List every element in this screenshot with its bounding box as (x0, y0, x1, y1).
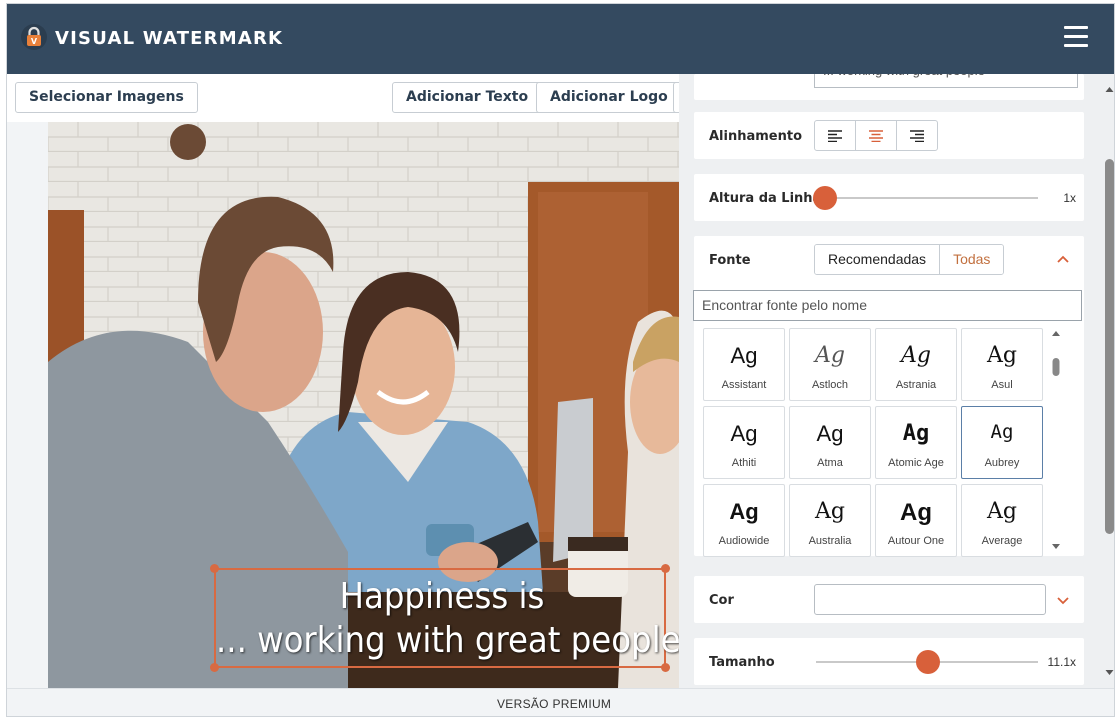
font-sample: Ag (987, 499, 1017, 524)
resize-handle-bottom-left[interactable] (210, 663, 219, 672)
font-name: Athiti (731, 457, 757, 469)
font-name: Assistant (721, 379, 767, 391)
color-card: Cor (694, 576, 1084, 623)
app-header: V VISUAL WATERMARK (7, 4, 1114, 74)
font-tile[interactable]: Ag Audiowide (703, 484, 785, 557)
size-value: 11.1x (1047, 655, 1076, 669)
font-name: Audiowide (718, 535, 770, 547)
font-sample: Ag (990, 421, 1014, 443)
watermark-line-2: ... working with great people (216, 620, 679, 661)
font-name: Autour One (887, 535, 945, 547)
align-left-button[interactable] (815, 121, 856, 150)
panel-scrollbar[interactable] (1103, 74, 1115, 688)
resize-handle-bottom-right[interactable] (661, 663, 670, 672)
align-left-icon (828, 129, 842, 142)
resize-handle-top-left[interactable] (210, 564, 219, 573)
font-sample: Ag (815, 499, 845, 524)
hamburger-menu-icon[interactable] (1064, 26, 1088, 48)
font-tile[interactable]: Ag Australia (789, 484, 871, 557)
settings-panel: ... working with great people Alinhament… (679, 74, 1115, 688)
font-tabs: Recomendadas Todas (814, 244, 1005, 275)
line-height-label: Altura da Linha (709, 191, 822, 206)
tab-all[interactable]: Todas (940, 245, 1004, 274)
font-tile[interactable]: Ag Astrania (875, 328, 957, 401)
align-right-icon (910, 129, 924, 142)
watermark-line-1: Happiness is (339, 576, 545, 617)
image-canvas: Happiness is ... working with great peop… (7, 122, 679, 688)
font-name: Astloch (811, 379, 849, 391)
watermark-text-input[interactable]: ... working with great people (814, 74, 1078, 88)
select-images-button[interactable]: Selecionar Imagens (15, 82, 198, 113)
app-title: VISUAL WATERMARK (55, 28, 284, 49)
font-name: Australia (808, 535, 852, 547)
premium-version-link[interactable]: VERSÃO PREMIUM (497, 697, 611, 711)
font-sample: Ag (816, 421, 844, 446)
font-sample: Ag (730, 343, 758, 368)
font-search-input[interactable]: Encontrar fonte pelo nome (693, 290, 1082, 321)
font-name: Aubrey (984, 457, 1020, 469)
font-grid: Ag Assistant Ag Astloch Ag Astrania Ag Asul … (693, 324, 1043, 557)
line-height-slider-track[interactable] (816, 197, 1038, 199)
watermark-text-box[interactable]: Happiness is ... working with great peop… (210, 564, 679, 672)
resize-handle-top-right[interactable] (661, 564, 670, 573)
svg-text:V: V (31, 37, 38, 46)
font-grid-scrollbar[interactable] (1049, 328, 1063, 554)
font-name: Astrania (895, 379, 937, 391)
status-bar: VERSÃO PREMIUM (7, 688, 1114, 716)
lock-logo-icon: V (21, 24, 47, 50)
add-logo-button[interactable]: Adicionar Logo (536, 82, 682, 113)
size-card: Tamanho 11.1x (694, 638, 1084, 685)
tab-recommended[interactable]: Recomendadas (815, 245, 941, 274)
size-slider-thumb[interactable] (916, 650, 940, 674)
text-card: ... working with great people (694, 74, 1084, 100)
alignment-card: Alinhamento (694, 112, 1084, 159)
font-sample: Ag (729, 499, 759, 524)
font-sample: Ag (901, 343, 931, 368)
font-tile[interactable]: Ag Athiti (703, 406, 785, 479)
font-tile[interactable]: Ag Atomic Age (875, 406, 957, 479)
line-height-card: Altura da Linha 1x (694, 174, 1084, 221)
font-tile[interactable]: Ag Assistant (703, 328, 785, 401)
font-label: Fonte (709, 253, 751, 268)
font-tile[interactable]: Ag Asul (961, 328, 1043, 401)
font-name: Asul (991, 379, 1013, 391)
font-sample: Ag (902, 421, 930, 446)
font-tile[interactable]: Ag Atma (789, 406, 871, 479)
preview-photo: Happiness is ... working with great peop… (48, 122, 679, 688)
font-tile[interactable]: Ag Astloch (789, 328, 871, 401)
line-height-value: 1x (1063, 191, 1076, 205)
alignment-label: Alinhamento (709, 129, 803, 144)
font-sample: Ag (900, 499, 932, 526)
chevron-down-icon[interactable] (1056, 596, 1070, 606)
font-tile[interactable]: Ag Average (961, 484, 1043, 557)
app-window: V VISUAL WATERMARK Selecionar Imagens Ad… (6, 3, 1115, 717)
font-name: Average (981, 535, 1023, 547)
font-tile[interactable]: Ag Autour One (875, 484, 957, 557)
toolbar: Selecionar Imagens Adicionar Texto Adici… (7, 74, 685, 122)
alignment-group (814, 120, 938, 151)
chevron-up-icon[interactable] (1056, 254, 1070, 264)
font-name: Atma (817, 457, 843, 469)
font-tile-selected[interactable]: Ag Aubrey (961, 406, 1043, 479)
add-text-button[interactable]: Adicionar Texto (392, 82, 543, 113)
font-sample: Ag (815, 343, 845, 368)
align-right-button[interactable] (897, 121, 937, 150)
align-center-button[interactable] (856, 121, 897, 150)
color-picker[interactable] (814, 584, 1046, 615)
color-label: Cor (709, 593, 734, 608)
line-height-slider-thumb[interactable] (813, 186, 837, 210)
font-name: Atomic Age (888, 457, 944, 469)
font-sample: Ag (730, 421, 758, 446)
align-center-icon (869, 129, 883, 142)
font-sample: Ag (987, 343, 1017, 368)
size-label: Tamanho (709, 655, 775, 670)
